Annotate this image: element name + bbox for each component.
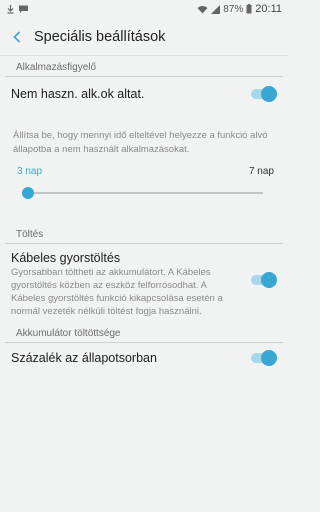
download-icon — [7, 5, 14, 14]
fast-charging-description: Gyorsabban töltheti az akkumulátort. A K… — [11, 267, 223, 317]
toggle-knob — [261, 272, 277, 288]
section-header-battery: Akkumulátor töltöttsége — [5, 322, 283, 343]
chevron-left-icon — [13, 30, 21, 43]
fast-charging-toggle[interactable] — [249, 272, 277, 288]
slider-labels: 3 nap 7 nap — [0, 166, 288, 177]
chat-icon — [19, 5, 28, 13]
setting-label-app-sleep: Nem haszn. alk.ok altat. — [11, 87, 145, 101]
slider-thumb[interactable] — [22, 187, 34, 199]
app-bar: Speciális beállítások — [0, 18, 288, 56]
signal-icon — [211, 4, 221, 14]
section-header-charging: Töltés — [5, 223, 283, 244]
notification-icons — [6, 4, 29, 14]
battery-icon — [246, 4, 252, 14]
toggle-knob — [261, 86, 277, 102]
page-title: Speciális beállítások — [34, 28, 166, 45]
setting-row-fast-charging[interactable]: Kábeles gyorstöltés Gyorsabban töltheti … — [0, 244, 288, 318]
slider-max-label: 7 nap — [248, 166, 274, 177]
system-icons: 87% 20:11 — [197, 3, 282, 15]
toggle-knob — [261, 350, 277, 366]
slider-rail — [22, 192, 263, 194]
back-button[interactable] — [8, 28, 26, 46]
battery-percent: 87% — [223, 3, 244, 15]
setting-row-app-sleep[interactable]: Nem haszn. alk.ok altat. — [0, 77, 288, 111]
battery-percent-toggle[interactable] — [249, 350, 277, 366]
status-bar: 87% 20:11 — [0, 0, 288, 18]
sleep-days-slider[interactable] — [22, 185, 263, 201]
setting-label-battery-percent: Százalék az állapotsorban — [11, 351, 157, 365]
wifi-icon — [197, 5, 208, 13]
app-sleep-toggle[interactable] — [249, 86, 277, 102]
clock: 20:11 — [255, 3, 282, 15]
section-header-app-monitor: Alkalmazásfigyelő — [5, 56, 283, 77]
app-sleep-description: Állítsa be, hogy mennyi idő elteltével h… — [13, 130, 268, 155]
slider-min-label: 3 nap — [17, 166, 43, 177]
setting-row-battery-percent[interactable]: Százalék az állapotsorban — [0, 343, 288, 373]
setting-label-fast-charging: Kábeles gyorstöltés — [11, 251, 121, 265]
